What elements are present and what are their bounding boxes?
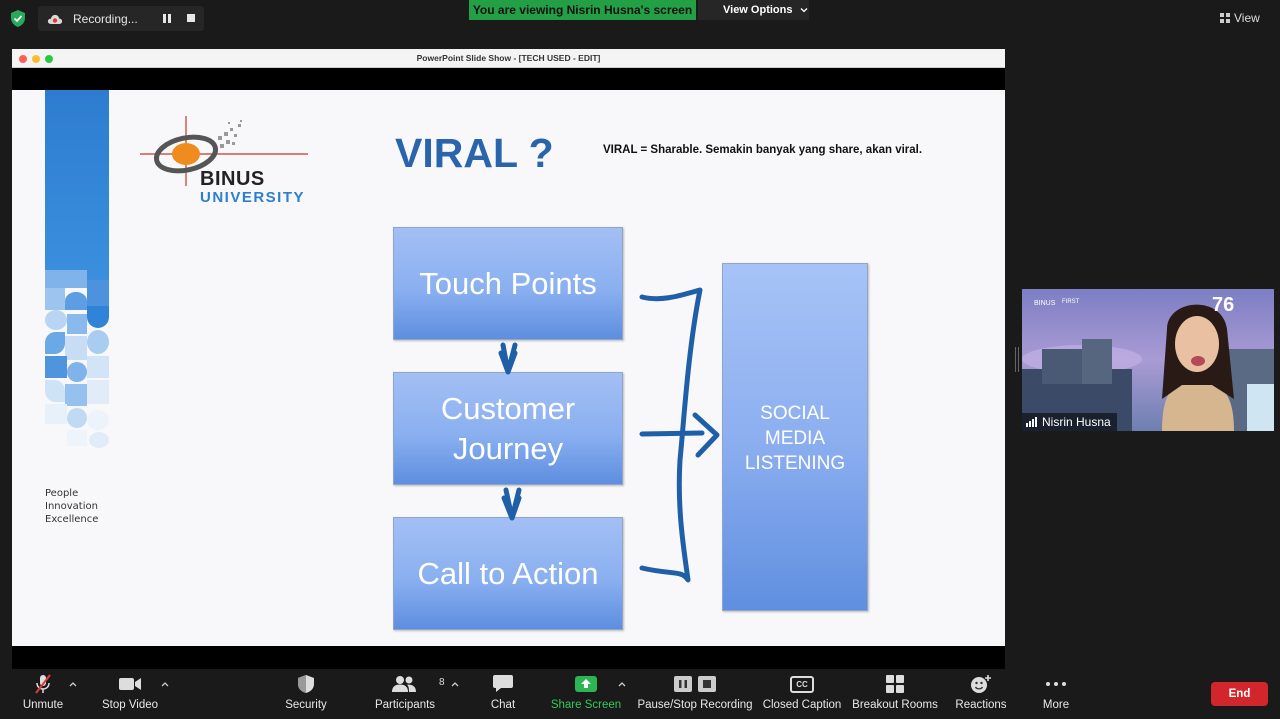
viewing-banner: You are viewing Nisrin Husna's screen <box>469 0 696 20</box>
grid-view-icon <box>1220 13 1230 23</box>
slideshow-titlebar: PowerPoint Slide Show - [TECH USED - EDI… <box>12 49 1005 68</box>
tagline-line: Excellence <box>45 514 99 525</box>
slide-tagline: People Innovation Excellence <box>45 487 98 526</box>
reactions-button[interactable]: Reactions <box>954 669 1008 719</box>
shared-screen: PowerPoint Slide Show - [TECH USED - EDI… <box>12 49 1005 669</box>
unmute-button[interactable]: Unmute <box>20 669 66 719</box>
security-button[interactable]: Security <box>282 669 330 719</box>
social-line2: MEDIA <box>764 428 826 449</box>
view-options-button[interactable]: View Options <box>698 0 809 20</box>
view-options-label: View Options <box>723 4 793 16</box>
chat-bubble-icon <box>493 675 513 692</box>
cloud-recording-icon <box>47 14 63 24</box>
view-label: View <box>1234 11 1260 25</box>
logo-line2: UNIVERSITY <box>200 189 306 206</box>
security-shield-icon[interactable] <box>10 10 26 27</box>
participants-count: 8 <box>439 677 445 688</box>
unmute-label: Unmute <box>22 699 64 711</box>
closed-caption-button[interactable]: CC Closed Caption <box>763 669 841 719</box>
participant-nameplate: Nisrin Husna <box>1022 413 1117 431</box>
decorative-blue-bar <box>45 90 109 280</box>
recording-indicator: Recording... <box>38 6 204 31</box>
share-screen-label: Share Screen <box>550 699 622 711</box>
call-to-action-label: Call to Action <box>417 555 599 591</box>
participant-video[interactable]: BINUS FIRST 76 Nisrin Husna <box>1022 289 1274 431</box>
breakout-rooms-grid-icon <box>886 675 904 693</box>
share-screen-arrow-icon <box>575 676 597 692</box>
chevron-down-icon <box>800 8 808 13</box>
pause-recording-icon[interactable] <box>163 14 171 23</box>
social-line1: SOCIAL <box>760 403 830 424</box>
slide-title: VIRAL ? <box>395 130 554 176</box>
breakout-rooms-label: Breakout Rooms <box>852 699 938 711</box>
logo-line1: BINUS <box>200 168 265 190</box>
customer-journey-line1: Customer <box>440 390 576 426</box>
participants-options-caret-icon[interactable] <box>450 680 460 688</box>
share-options-caret-icon[interactable] <box>617 680 627 688</box>
pause-stop-recording-button[interactable]: Pause/Stop Recording <box>637 669 753 719</box>
svg-text:FIRST: FIRST <box>1062 299 1080 305</box>
chat-button[interactable]: Chat <box>486 669 520 719</box>
breakout-rooms-button[interactable]: Breakout Rooms <box>852 669 938 719</box>
more-button[interactable]: More <box>1036 669 1076 719</box>
stop-icon <box>698 676 716 692</box>
shield-icon <box>298 675 314 693</box>
audio-options-caret-icon[interactable] <box>68 680 78 688</box>
tagline-line: Innovation <box>45 501 98 512</box>
pause-icon <box>674 676 692 692</box>
social-line3: LISTENING <box>744 453 846 474</box>
touch-points-label: Touch Points <box>419 265 597 301</box>
decorative-mosaic <box>45 270 109 470</box>
view-button[interactable]: View <box>1220 8 1270 28</box>
recording-label: Recording... <box>73 11 138 26</box>
video-options-caret-icon[interactable] <box>160 680 170 688</box>
zoom-meeting-window: Recording... You are viewing Nisrin Husn… <box>0 0 1280 719</box>
slide: People Innovation Excellence BINUS UNIVE… <box>12 90 1005 646</box>
customer-journey-box: Customer Journey <box>393 372 623 485</box>
emoji-reaction-icon <box>971 675 991 693</box>
chat-label: Chat <box>490 699 516 711</box>
slide-definition: VIRAL = Sharable. Semakin banyak yang sh… <box>603 144 923 156</box>
end-meeting-button[interactable]: End <box>1211 682 1268 706</box>
call-to-action-box: Call to Action <box>393 517 623 630</box>
binus-university-logo: BINUS UNIVERSITY <box>140 116 340 211</box>
window-title: PowerPoint Slide Show - [TECH USED - EDI… <box>416 53 601 63</box>
stop-recording-icon[interactable] <box>187 14 195 22</box>
reactions-label: Reactions <box>955 699 1007 711</box>
participants-label: Participants <box>374 699 436 711</box>
more-dots-icon <box>1046 682 1066 686</box>
social-media-listening-box: SOCIAL MEDIA LISTENING <box>722 263 868 611</box>
stop-video-button[interactable]: Stop Video <box>100 669 160 719</box>
stop-video-label: Stop Video <box>101 699 159 711</box>
video-camera-icon <box>119 678 141 690</box>
more-label: More <box>1042 699 1070 711</box>
meeting-toolbar: Unmute Stop Video Security 8 Participant… <box>0 669 1280 719</box>
pause-stop-recording-label: Pause/Stop Recording <box>637 699 753 711</box>
signal-strength-icon <box>1026 417 1037 427</box>
share-screen-button[interactable]: Share Screen <box>550 669 622 719</box>
muted-microphone-icon <box>35 674 51 694</box>
participants-icon <box>392 676 416 692</box>
tagline-line: People <box>45 488 79 499</box>
svg-text:76: 76 <box>1212 294 1234 316</box>
participants-button[interactable]: 8 Participants <box>372 669 445 719</box>
customer-journey-line2: Journey <box>452 430 564 466</box>
panel-resize-handle[interactable] <box>1015 347 1019 372</box>
participant-camera-feed: BINUS FIRST 76 <box>1022 289 1274 431</box>
security-label: Security <box>285 699 327 711</box>
closed-caption-label: Closed Caption <box>762 699 842 711</box>
touch-points-box: Touch Points <box>393 227 623 340</box>
closed-caption-icon: CC <box>790 675 814 693</box>
svg-text:BINUS: BINUS <box>1034 300 1056 307</box>
participant-name: Nisrin Husna <box>1042 415 1111 429</box>
